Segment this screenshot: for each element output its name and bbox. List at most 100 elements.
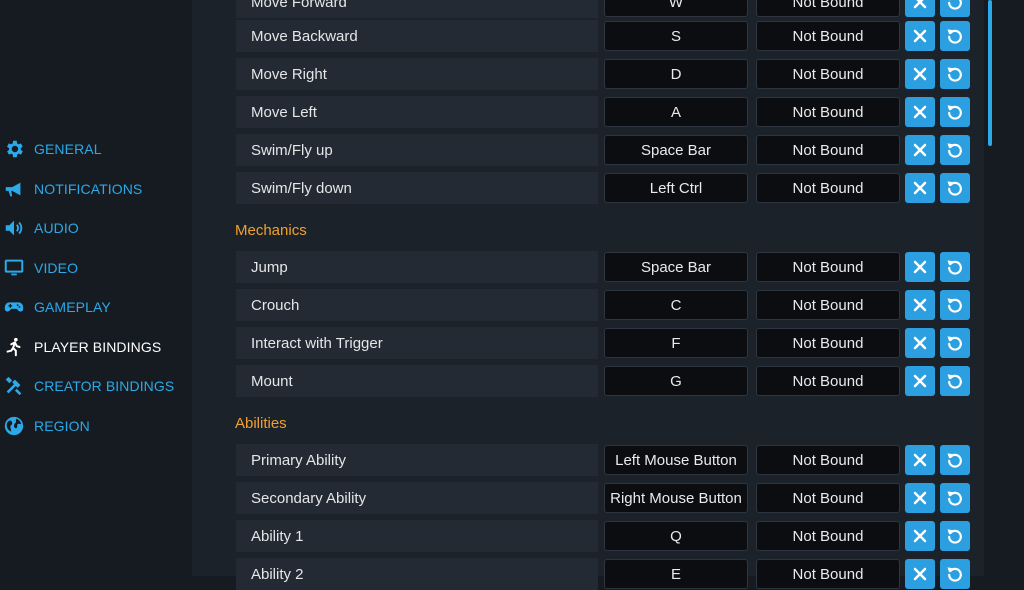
secondary-key-button[interactable]: Not Bound (756, 252, 900, 282)
reset-binding-button[interactable] (940, 328, 970, 358)
action-name: Ability 2 (251, 565, 304, 583)
action-name: Move Backward (251, 27, 358, 45)
reset-binding-button[interactable] (940, 21, 970, 51)
sidebar-item-notifications[interactable]: NOTIFICATIONS (0, 174, 142, 204)
action-label: Move Backward (236, 20, 598, 52)
primary-key-button[interactable]: Left Ctrl (604, 173, 748, 203)
clear-binding-button[interactable] (905, 173, 935, 203)
reset-binding-button[interactable] (940, 59, 970, 89)
reset-binding-button[interactable] (940, 0, 970, 17)
gamepad-icon (0, 295, 28, 319)
action-label: Move Right (236, 58, 598, 90)
reset-binding-button[interactable] (940, 290, 970, 320)
section-title-abilities: Abilities (235, 415, 287, 432)
reset-binding-button[interactable] (940, 173, 970, 203)
clear-binding-button[interactable] (905, 252, 935, 282)
clear-binding-button[interactable] (905, 559, 935, 589)
reset-icon (947, 374, 962, 389)
close-icon (913, 105, 927, 119)
primary-key-button[interactable]: W (604, 0, 748, 17)
primary-key-button[interactable]: Q (604, 521, 748, 551)
binding-row-jump: Jump Space Bar Not Bound (236, 251, 976, 283)
action-label: Ability 2 (236, 558, 598, 590)
secondary-key-button[interactable]: Not Bound (756, 483, 900, 513)
clear-binding-button[interactable] (905, 445, 935, 475)
clear-binding-button[interactable] (905, 328, 935, 358)
primary-key-button[interactable]: G (604, 366, 748, 396)
sidebar-item-audio[interactable]: AUDIO (0, 213, 79, 243)
clear-binding-button[interactable] (905, 0, 935, 17)
binding-row-move-backward: Move Backward S Not Bound (236, 20, 976, 52)
reset-icon (947, 143, 962, 158)
reset-icon (947, 181, 962, 196)
reset-icon (947, 567, 962, 582)
clear-binding-button[interactable] (905, 97, 935, 127)
reset-binding-button[interactable] (940, 366, 970, 396)
primary-key-button[interactable]: C (604, 290, 748, 320)
sidebar-item-video[interactable]: VIDEO (0, 253, 78, 283)
secondary-key-button[interactable]: Not Bound (756, 173, 900, 203)
binding-row-interact-with-trigger: Interact with Trigger F Not Bound (236, 327, 976, 359)
primary-key-button[interactable]: A (604, 97, 748, 127)
binding-row-primary-ability: Primary Ability Left Mouse Button Not Bo… (236, 444, 976, 476)
tools-icon (0, 374, 28, 398)
action-name: Interact with Trigger (251, 334, 383, 352)
reset-binding-button[interactable] (940, 135, 970, 165)
sidebar-item-label: GENERAL (34, 141, 102, 157)
action-label: Crouch (236, 289, 598, 321)
secondary-key-button[interactable]: Not Bound (756, 0, 900, 17)
sidebar-item-gameplay[interactable]: GAMEPLAY (0, 292, 111, 322)
action-label: Mount (236, 365, 598, 397)
secondary-key-button[interactable]: Not Bound (756, 135, 900, 165)
primary-key-button[interactable]: Right Mouse Button (604, 483, 748, 513)
scrollbar-thumb[interactable] (988, 0, 992, 146)
reset-icon (947, 298, 962, 313)
reset-binding-button[interactable] (940, 445, 970, 475)
primary-key-button[interactable]: F (604, 328, 748, 358)
secondary-key-button[interactable]: Not Bound (756, 559, 900, 589)
secondary-key-button[interactable]: Not Bound (756, 59, 900, 89)
clear-binding-button[interactable] (905, 135, 935, 165)
primary-key-button[interactable]: E (604, 559, 748, 589)
binding-row-swim-fly-down: Swim/Fly down Left Ctrl Not Bound (236, 172, 976, 204)
secondary-key-button[interactable]: Not Bound (756, 328, 900, 358)
secondary-key-button[interactable]: Not Bound (756, 366, 900, 396)
primary-key-button[interactable]: Space Bar (604, 252, 748, 282)
binding-row-secondary-ability: Secondary Ability Right Mouse Button Not… (236, 482, 976, 514)
reset-binding-button[interactable] (940, 97, 970, 127)
primary-key-button[interactable]: Space Bar (604, 135, 748, 165)
primary-key-button[interactable]: D (604, 59, 748, 89)
sidebar-item-region[interactable]: REGION (0, 411, 90, 441)
reset-binding-button[interactable] (940, 521, 970, 551)
secondary-key-button[interactable]: Not Bound (756, 445, 900, 475)
sidebar-item-label: CREATOR BINDINGS (34, 378, 175, 394)
clear-binding-button[interactable] (905, 290, 935, 320)
action-name: Mount (251, 372, 293, 390)
reset-binding-button[interactable] (940, 483, 970, 513)
action-label: Swim/Fly down (236, 172, 598, 204)
action-name: Ability 1 (251, 527, 304, 545)
sidebar-item-player-bindings[interactable]: PLAYER BINDINGS (0, 332, 161, 362)
reset-icon (948, 0, 962, 10)
clear-binding-button[interactable] (905, 21, 935, 51)
reset-icon (947, 529, 962, 544)
clear-binding-button[interactable] (905, 483, 935, 513)
reset-binding-button[interactable] (940, 559, 970, 589)
binding-row-mount: Mount G Not Bound (236, 365, 976, 397)
binding-row-move-right: Move Right D Not Bound (236, 58, 976, 90)
primary-key-button[interactable]: Left Mouse Button (604, 445, 748, 475)
primary-key-button[interactable]: S (604, 21, 748, 51)
sidebar-item-label: NOTIFICATIONS (34, 181, 143, 197)
reset-icon (947, 453, 962, 468)
clear-binding-button[interactable] (905, 521, 935, 551)
secondary-key-button[interactable]: Not Bound (756, 21, 900, 51)
clear-binding-button[interactable] (905, 366, 935, 396)
secondary-key-button[interactable]: Not Bound (756, 521, 900, 551)
secondary-key-button[interactable]: Not Bound (756, 290, 900, 320)
clear-binding-button[interactable] (905, 59, 935, 89)
reset-binding-button[interactable] (940, 252, 970, 282)
sidebar-item-general[interactable]: GENERAL (0, 134, 102, 164)
reset-icon (947, 67, 962, 82)
secondary-key-button[interactable]: Not Bound (756, 97, 900, 127)
sidebar-item-creator-bindings[interactable]: CREATOR BINDINGS (0, 371, 174, 401)
